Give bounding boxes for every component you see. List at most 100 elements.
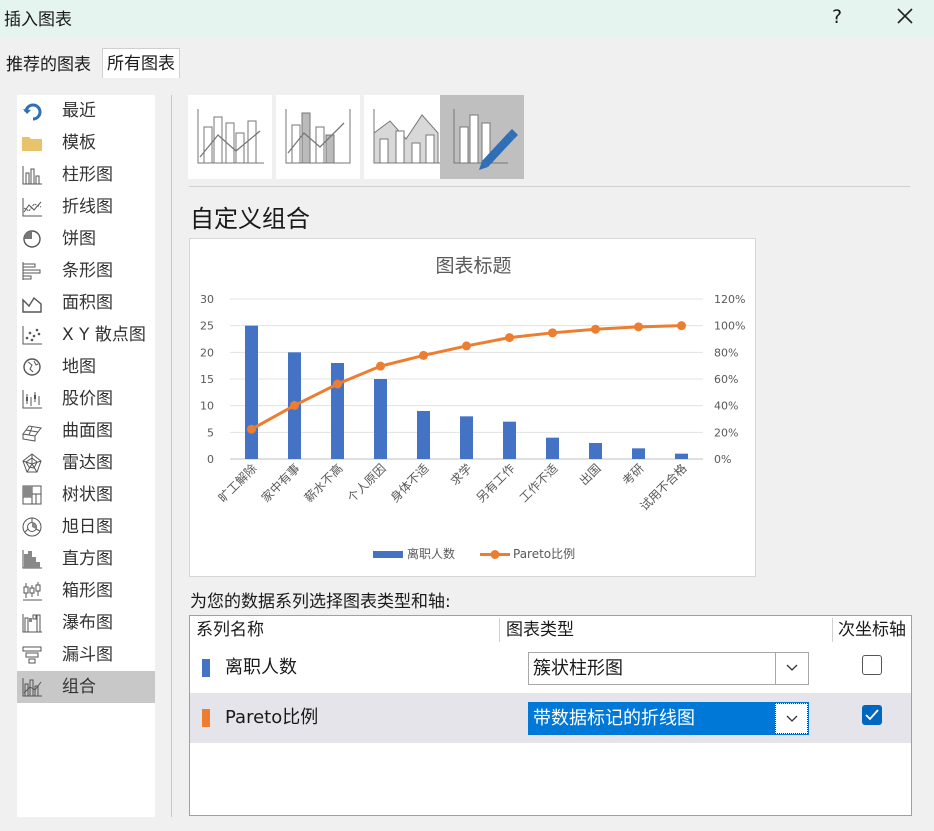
sidebar-item-recent[interactable]: 最近 (17, 95, 155, 127)
checkmark-icon (865, 709, 879, 721)
stock-chart-icon (22, 390, 42, 409)
sidebar-item-column[interactable]: 柱形图 (17, 159, 155, 191)
y2-tick-label: 100% (714, 320, 745, 333)
header-separator (832, 618, 833, 642)
pareto-marker (290, 400, 299, 410)
gallery-divider (189, 186, 910, 187)
series-instruction: 为您的数据系列选择图表类型和轴: (190, 592, 451, 612)
category-label: 考研 (620, 461, 647, 488)
chart-type-select[interactable]: 带数据标记的折线图 (528, 702, 809, 735)
pareto-marker (677, 321, 686, 331)
pareto-marker (247, 424, 256, 434)
help-button[interactable]: ? (826, 4, 848, 30)
category-label: 个人原因 (345, 461, 389, 505)
y-tick-label: 30 (200, 293, 214, 306)
tab-all-charts[interactable]: 所有图表 (102, 48, 180, 78)
series-row-headcount[interactable]: 离职人数 簇状柱形图 (190, 643, 911, 693)
series-table: 系列名称 图表类型 次坐标轴 离职人数 簇状柱形图 Pareto比例 带数据标记… (189, 615, 912, 816)
sidebar-item-sunburst[interactable]: 旭日图 (17, 511, 155, 543)
legend-swatch-headcount (373, 551, 403, 558)
sidebar-item-stock[interactable]: 股价图 (17, 383, 155, 415)
y-tick-label: 20 (200, 346, 214, 359)
sidebar-item-line[interactable]: 折线图 (17, 191, 155, 223)
sidebar-item-histogram[interactable]: 直方图 (17, 543, 155, 575)
category-label: 薪水不高 (301, 461, 346, 506)
sidebar-item-box-whisker[interactable]: 箱形图 (17, 575, 155, 607)
subtype-clustered-column-line[interactable] (188, 95, 272, 179)
dropdown-button[interactable] (775, 703, 808, 734)
custom-combo-icon (453, 109, 518, 170)
y2-tick-label: 60% (714, 373, 738, 386)
box-whisker-chart-icon (23, 582, 42, 601)
sidebar-item-pie[interactable]: 饼图 (17, 223, 155, 255)
legend-label-pareto: Pareto比例 (513, 547, 575, 561)
combo-column-line-secondary-icon (285, 109, 351, 164)
category-label: 家中有事 (258, 461, 303, 506)
bar (675, 453, 688, 459)
pareto-line (250, 324, 682, 431)
chart-preview: 图表标题 0 5 10 15 20 25 30 0% 20% 40% 60% 80% 100% 120% 旷工… (189, 238, 756, 577)
sunburst-chart-icon (22, 517, 42, 537)
scatter-chart-icon (22, 326, 42, 345)
sidebar-item-bar[interactable]: 条形图 (17, 255, 155, 287)
y-tick-label: 15 (200, 373, 214, 386)
pareto-marker (548, 328, 557, 338)
sidebar-item-surface[interactable]: 曲面图 (17, 415, 155, 447)
area-chart-icon (22, 296, 42, 313)
folder-icon (22, 137, 42, 151)
sidebar-item-waterfall[interactable]: 瀑布图 (17, 607, 155, 639)
subtype-title: 自定义组合 (190, 205, 310, 233)
header-secondary-axis: 次坐标轴 (838, 620, 906, 640)
pareto-marker (376, 361, 385, 371)
sidebar-item-funnel[interactable]: 漏斗图 (17, 639, 155, 671)
chart-type-sidebar: 最近 模板 柱形图 折线图 饼图 条形图 面积图 X Y 散点图 地图 股价图 … (17, 95, 155, 817)
sidebar-item-treemap[interactable]: 树状图 (17, 479, 155, 511)
subtype-column-line-secondary[interactable] (276, 95, 360, 179)
sidebar-item-combo[interactable]: 组合 (17, 671, 155, 703)
sidebar-divider (171, 95, 172, 817)
tab-recommended-charts[interactable]: 推荐的图表 (2, 52, 95, 78)
chart-type-select[interactable]: 簇状柱形图 (528, 652, 809, 685)
line-chart-icon (22, 198, 42, 217)
pareto-marker (634, 322, 643, 332)
sidebar-item-templates[interactable]: 模板 (17, 127, 155, 159)
category-label: 出国 (577, 461, 604, 488)
bar (460, 416, 473, 459)
sidebar-item-scatter[interactable]: X Y 散点图 (17, 319, 155, 351)
series-name: 离职人数 (225, 657, 297, 678)
dropdown-button[interactable] (775, 653, 808, 684)
bar (374, 379, 387, 459)
series-name: Pareto比例 (225, 707, 319, 728)
secondary-axis-checkbox[interactable] (862, 705, 882, 725)
bar (589, 443, 602, 459)
histogram-chart-icon (22, 550, 42, 569)
bar-chart-icon (22, 262, 41, 280)
subtype-custom-combo[interactable] (440, 95, 524, 179)
combo-clustered-column-line-icon (197, 109, 264, 164)
bar (632, 448, 645, 459)
y2-tick-label: 0% (714, 453, 731, 466)
series-row-pareto[interactable]: Pareto比例 带数据标记的折线图 (190, 693, 911, 743)
chart-title: 图表标题 (435, 255, 511, 277)
y2-tick-label: 80% (714, 346, 738, 359)
close-button[interactable] (890, 4, 920, 30)
y2-tick-label: 40% (714, 400, 738, 413)
y-tick-label: 0 (207, 453, 214, 466)
header-chart-type: 图表类型 (506, 620, 574, 640)
chevron-down-icon (786, 664, 798, 671)
sidebar-item-map[interactable]: 地图 (17, 351, 155, 383)
surface-chart-icon (22, 425, 42, 442)
pareto-marker (462, 341, 471, 351)
map-chart-icon (23, 358, 41, 376)
funnel-chart-icon (22, 646, 42, 664)
legend-marker-pareto (490, 550, 500, 559)
header-series-name: 系列名称 (196, 620, 264, 640)
subtype-area-column[interactable] (364, 95, 448, 179)
sidebar-item-radar[interactable]: 雷达图 (17, 447, 155, 479)
y-tick-label: 5 (207, 426, 214, 439)
series-color-swatch (202, 709, 210, 727)
sidebar-item-area[interactable]: 面积图 (17, 287, 155, 319)
pareto-marker (591, 324, 600, 334)
category-label: 另有工作 (474, 461, 518, 505)
secondary-axis-checkbox[interactable] (862, 655, 882, 675)
